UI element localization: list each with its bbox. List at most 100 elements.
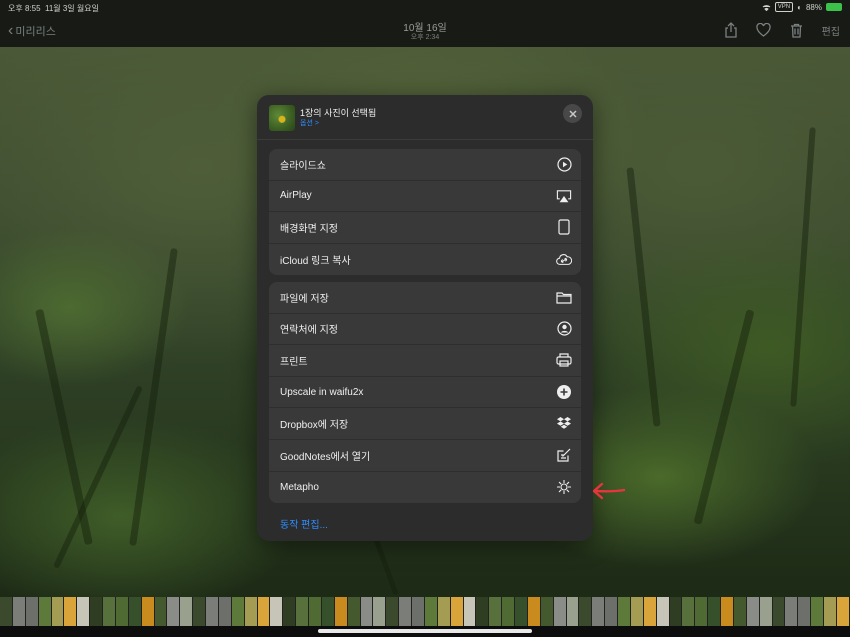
share-sheet: 1장의 사진이 선택됨 옵션 > 슬라이드쇼 AirPlay 배경화면 지정 i… [257, 95, 593, 541]
filmstrip-thumbnail[interactable] [257, 597, 271, 626]
filmstrip-thumbnail[interactable] [502, 597, 515, 626]
filmstrip-thumbnail[interactable] [218, 597, 232, 626]
filmstrip-thumbnail[interactable] [283, 597, 297, 626]
filmstrip-thumbnail[interactable] [386, 597, 400, 626]
filmstrip-thumbnail[interactable] [25, 597, 39, 626]
filmstrip-thumbnail[interactable] [592, 597, 606, 626]
filmstrip-thumbnail[interactable] [772, 597, 786, 626]
printer-icon [556, 352, 572, 368]
share-icon[interactable] [723, 22, 739, 38]
filmstrip-thumbnail[interactable] [811, 597, 824, 626]
action-label: GoodNotes에서 열기 [280, 451, 371, 463]
filmstrip-thumbnail[interactable] [424, 597, 438, 626]
action-slideshow[interactable]: 슬라이드쇼 [269, 149, 581, 181]
filmstrip-thumbnail[interactable] [154, 597, 168, 626]
filmstrip-thumbnail[interactable] [798, 597, 812, 626]
filmstrip-thumbnail[interactable] [605, 597, 618, 626]
status-bar: 오후 8:55 11월 3일 월요일 VPN ◐ 88% [0, 0, 850, 14]
filmstrip-thumbnail[interactable] [733, 597, 747, 626]
action-save-to-files[interactable]: 파일에 저장 [269, 282, 581, 314]
filmstrip-thumbnail[interactable] [566, 597, 580, 626]
options-link[interactable]: 옵션 > [300, 118, 319, 128]
filmstrip-thumbnail[interactable] [824, 597, 837, 626]
action-upscale-waifu2x[interactable]: Upscale in waifu2x [269, 377, 581, 409]
filmstrip-thumbnail[interactable] [553, 597, 567, 626]
action-set-wallpaper[interactable]: 배경화면 지정 [269, 212, 581, 244]
close-button[interactable] [563, 104, 582, 123]
filmstrip-thumbnail[interactable] [759, 597, 773, 626]
filmstrip-thumbnail[interactable] [721, 597, 734, 626]
heart-icon[interactable] [756, 22, 772, 38]
filmstrip-thumbnail[interactable] [373, 597, 387, 626]
filmstrip-thumbnail[interactable] [656, 597, 670, 626]
filmstrip-thumbnail[interactable] [334, 597, 348, 626]
filmstrip-thumbnail[interactable] [527, 597, 541, 626]
filmstrip-thumbnail[interactable] [476, 597, 490, 626]
photo-filmstrip[interactable] [0, 597, 850, 626]
filmstrip-thumbnail[interactable] [180, 597, 194, 626]
edit-button[interactable]: 편집 [822, 23, 840, 38]
filmstrip-thumbnail[interactable] [90, 597, 103, 626]
filmstrip-thumbnail[interactable] [167, 597, 181, 626]
filmstrip-thumbnail[interactable] [437, 597, 451, 626]
filmstrip-thumbnail[interactable] [618, 597, 631, 626]
filmstrip-thumbnail[interactable] [347, 597, 361, 626]
action-metapho[interactable]: Metapho [269, 472, 581, 504]
action-print[interactable]: 프린트 [269, 345, 581, 377]
wifi-icon [762, 4, 771, 11]
filmstrip-thumbnail[interactable] [64, 597, 78, 626]
ipad-icon [556, 219, 572, 236]
action-assign-to-contact[interactable]: 연락처에 지정 [269, 314, 581, 346]
filmstrip-thumbnail[interactable] [695, 597, 709, 626]
filmstrip-thumbnail[interactable] [412, 597, 425, 626]
filmstrip-thumbnail[interactable] [540, 597, 554, 626]
filmstrip-thumbnail[interactable] [270, 597, 284, 626]
trash-icon[interactable] [789, 22, 805, 38]
filmstrip-thumbnail[interactable] [321, 597, 335, 626]
photo-thumbnail [269, 105, 295, 131]
action-label: 연락처에 지정 [280, 325, 338, 337]
action-save-to-dropbox[interactable]: Dropbox에 저장 [269, 408, 581, 440]
action-label: 파일에 저장 [280, 293, 329, 305]
plus-magnify-icon [556, 384, 572, 400]
filmstrip-thumbnail[interactable] [360, 597, 374, 626]
action-label: 프린트 [280, 356, 308, 368]
filmstrip-thumbnail[interactable] [708, 597, 721, 626]
filmstrip-thumbnail[interactable] [296, 597, 309, 626]
action-open-in-goodnotes[interactable]: GoodNotes에서 열기 [269, 440, 581, 472]
filmstrip-thumbnail[interactable] [643, 597, 657, 626]
filmstrip-thumbnail[interactable] [193, 597, 206, 626]
filmstrip-thumbnail[interactable] [669, 597, 683, 626]
filmstrip-thumbnail[interactable] [115, 597, 129, 626]
action-label: Dropbox에 저장 [280, 420, 349, 432]
filmstrip-thumbnail[interactable] [463, 597, 477, 626]
filmstrip-thumbnail[interactable] [515, 597, 528, 626]
filmstrip-thumbnail[interactable] [38, 597, 52, 626]
filmstrip-thumbnail[interactable] [579, 597, 593, 626]
filmstrip-thumbnail[interactable] [630, 597, 644, 626]
filmstrip-thumbnail[interactable] [206, 597, 219, 626]
filmstrip-thumbnail[interactable] [785, 597, 799, 626]
filmstrip-thumbnail[interactable] [0, 597, 13, 626]
filmstrip-thumbnail[interactable] [450, 597, 464, 626]
filmstrip-thumbnail[interactable] [128, 597, 142, 626]
lock-rotation-icon: ◐ [797, 2, 802, 12]
action-copy-icloud-link[interactable]: iCloud 링크 복사 [269, 244, 581, 276]
action-label: Upscale in waifu2x [280, 386, 364, 398]
action-airplay[interactable]: AirPlay [269, 181, 581, 213]
filmstrip-thumbnail[interactable] [746, 597, 760, 626]
filmstrip-thumbnail[interactable] [51, 597, 65, 626]
filmstrip-thumbnail[interactable] [12, 597, 26, 626]
filmstrip-thumbnail[interactable] [836, 597, 850, 626]
filmstrip-thumbnail[interactable] [244, 597, 258, 626]
filmstrip-thumbnail[interactable] [489, 597, 503, 626]
filmstrip-thumbnail[interactable] [103, 597, 116, 626]
filmstrip-thumbnail[interactable] [399, 597, 412, 626]
edit-actions-link[interactable]: 동작 편집... [280, 516, 328, 531]
filmstrip-thumbnail[interactable] [231, 597, 245, 626]
filmstrip-thumbnail[interactable] [141, 597, 155, 626]
filmstrip-thumbnail[interactable] [77, 597, 91, 626]
filmstrip-thumbnail[interactable] [682, 597, 696, 626]
filmstrip-thumbnail[interactable] [309, 597, 322, 626]
home-indicator[interactable] [318, 629, 532, 633]
